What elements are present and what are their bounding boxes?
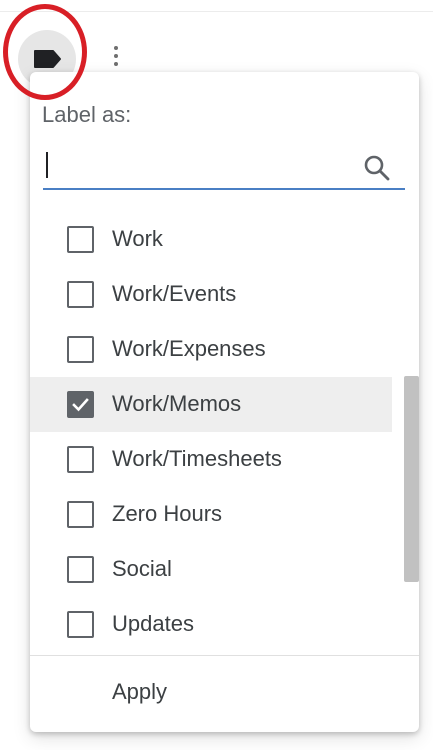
label-item-text: Work — [112, 226, 163, 251]
label-item-updates[interactable]: Updates — [30, 597, 392, 652]
label-item-work-timesheets[interactable]: Work/Timesheets — [30, 432, 392, 487]
label-tag-icon — [34, 50, 61, 68]
text-caret — [46, 152, 48, 178]
label-checkbox[interactable] — [67, 226, 94, 253]
label-list-scrollbar[interactable] — [401, 376, 419, 586]
label-search-input[interactable] — [43, 146, 357, 186]
search-icon[interactable] — [363, 154, 391, 182]
label-checkbox[interactable] — [67, 336, 94, 363]
label-item-text: Zero Hours — [112, 501, 223, 526]
label-item-text: Work/Events — [112, 281, 237, 306]
label-as-dropdown: Label as: Work Work/Events Work/Expenses — [30, 72, 419, 732]
label-item-text: Work/Timesheets — [112, 446, 282, 471]
apply-divider — [30, 655, 419, 656]
label-item-text: Work/Expenses — [112, 336, 266, 361]
label-checkbox[interactable] — [67, 281, 94, 308]
label-item-work-events[interactable]: Work/Events — [30, 267, 392, 322]
more-vertical-icon — [114, 46, 118, 50]
label-checkbox[interactable] — [67, 446, 94, 473]
label-item-text: Social — [112, 556, 172, 581]
more-options-button[interactable] — [103, 38, 129, 74]
label-item-text: Work/Memos — [112, 391, 242, 416]
label-checkbox[interactable] — [67, 556, 94, 583]
label-checkbox-checked[interactable] — [67, 391, 94, 418]
toolbar-divider — [0, 11, 433, 12]
label-as-heading: Label as: — [42, 102, 132, 127]
label-item-work-memos[interactable]: Work/Memos — [30, 377, 392, 432]
checkmark-icon — [72, 398, 89, 412]
label-item-work[interactable]: Work — [30, 212, 392, 267]
label-item-zero-hours[interactable]: Zero Hours — [30, 487, 392, 542]
label-checkbox[interactable] — [67, 501, 94, 528]
label-search-field[interactable] — [43, 146, 405, 190]
apply-button[interactable]: Apply — [100, 670, 200, 714]
label-item-work-expenses[interactable]: Work/Expenses — [30, 322, 392, 377]
label-item-social[interactable]: Social — [30, 542, 392, 597]
label-item-text: Updates — [112, 611, 194, 636]
label-checkbox[interactable] — [67, 611, 94, 638]
scrollbar-thumb[interactable] — [404, 376, 419, 582]
